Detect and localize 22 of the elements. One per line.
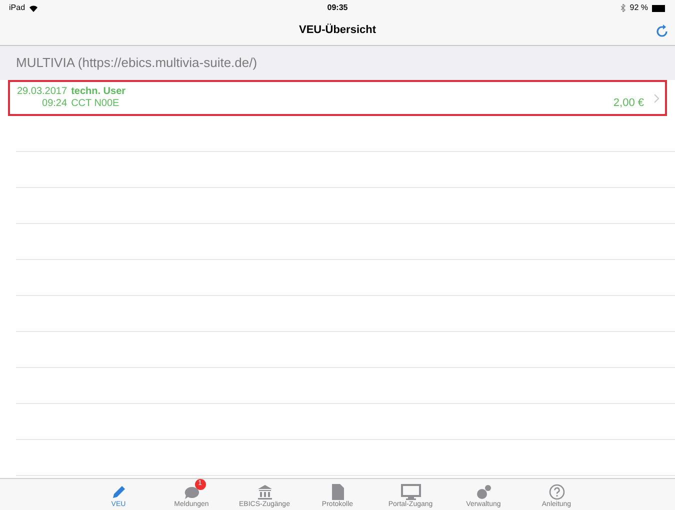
bank-icon (256, 484, 272, 500)
battery-icon (652, 4, 666, 12)
clock: 09:35 (327, 2, 348, 14)
help-icon (548, 484, 564, 500)
wifi-icon (29, 4, 38, 12)
document-icon (332, 484, 344, 500)
battery-percentage: 92 % (630, 2, 648, 14)
order-time: 09:24 (42, 98, 68, 110)
order-row[interactable]: 29.03.2017 09:24 techn. User CCT N00E 2,00 € (8, 80, 667, 116)
order-amount: 2,00 € (613, 96, 644, 110)
chevron-icon (654, 94, 659, 102)
order-user: techn. User (71, 86, 127, 98)
order-date: 29.03.2017 (17, 86, 68, 98)
order-type: CCT N00E (71, 98, 120, 110)
device-name: iPad (9, 2, 26, 14)
pencil-icon (110, 484, 126, 500)
screen-title: VEU-Übersicht (298, 22, 376, 38)
monitor-icon (400, 484, 420, 500)
bluetooth-icon (620, 4, 626, 12)
section-header: MULTIVIA (https://ebics.multivia-suite.de/) (16, 54, 258, 72)
speech-bubble-icon (184, 486, 200, 500)
refresh-icon[interactable] (655, 24, 669, 38)
